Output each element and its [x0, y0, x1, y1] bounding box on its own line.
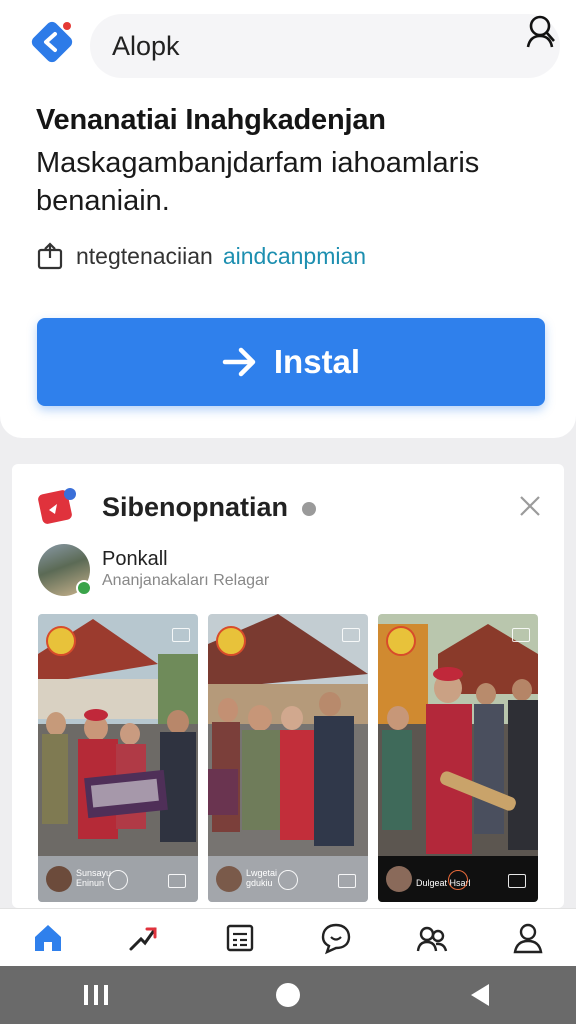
play-icon[interactable]: [108, 870, 128, 890]
home-icon: [35, 924, 61, 951]
install-label: Instal: [273, 343, 361, 380]
nav-trending[interactable]: [116, 913, 172, 963]
meta-link[interactable]: aindcanpmian: [223, 243, 366, 270]
verified-icon: [302, 502, 316, 516]
listing-headline: Venanatiai Inahgkadenjan: [36, 104, 386, 136]
system-navigation-bar: [0, 966, 576, 1024]
camera-icon: [512, 628, 530, 642]
poster-subtitle: Ananjanakaları Relagar: [102, 572, 270, 589]
app-logo-icon[interactable]: [30, 20, 74, 64]
meta-text: ntegtenaciian: [76, 242, 213, 269]
channel-badge-icon: [386, 626, 416, 656]
thumb-avatar: [46, 866, 72, 892]
play-icon[interactable]: [448, 870, 468, 890]
nav-community[interactable]: [404, 913, 460, 963]
captions-icon[interactable]: [168, 874, 186, 888]
bottom-navigation: [0, 908, 576, 966]
thumb-avatar: [386, 866, 412, 892]
nav-profile[interactable]: [500, 913, 556, 963]
trending-icon: [129, 927, 157, 950]
camera-icon: [172, 628, 190, 642]
video-thumbnail[interactable]: Dulgeat Hsarl: [378, 614, 538, 902]
thumbnail-bar: Lwgetai gdukiu: [208, 856, 368, 902]
nav-chat[interactable]: [308, 913, 364, 963]
recent-apps-icon: [84, 985, 108, 1005]
list-icon: [226, 924, 254, 951]
install-button[interactable]: Instal: [37, 318, 545, 406]
close-icon[interactable]: [518, 494, 542, 518]
thumb-avatar: [216, 866, 242, 892]
camera-icon: [342, 628, 360, 642]
online-badge: [76, 580, 92, 596]
poster-name[interactable]: Ponkall: [102, 548, 168, 571]
channel-logo-icon[interactable]: [36, 486, 80, 526]
thumbnail-bar: Sunsayu Eninun: [38, 856, 198, 902]
nav-home[interactable]: [20, 913, 76, 963]
recent-apps-button[interactable]: [66, 973, 126, 1017]
community-icon: [416, 926, 448, 951]
captions-icon[interactable]: [508, 874, 526, 888]
search-text: Alopk: [112, 31, 180, 61]
search-bar[interactable]: Alopk: [90, 14, 560, 78]
back-icon: [471, 984, 489, 1006]
home-button[interactable]: [258, 973, 318, 1017]
app-detail-card: Alopk Venanatiai Inahgkadenjan Maskagamb…: [0, 0, 576, 438]
listing-description: Maskagambanjdarfam iahoamlaris benaniain…: [36, 147, 480, 217]
profile-icon[interactable]: [526, 14, 558, 48]
back-button[interactable]: [450, 973, 510, 1017]
thumbnail-bar: Dulgeat Hsarl: [378, 856, 538, 902]
meta-row: ntegtenaciian aindcanpmian: [36, 240, 366, 272]
home-circle-icon: [276, 983, 300, 1007]
captions-icon[interactable]: [338, 874, 356, 888]
share-icon[interactable]: [36, 242, 64, 270]
channel-title: Sibenopnatian: [102, 492, 289, 522]
nav-list[interactable]: [212, 913, 268, 963]
profile-icon: [513, 923, 543, 953]
chat-icon: [321, 923, 351, 954]
arrow-right-icon: [222, 347, 256, 377]
play-icon[interactable]: [278, 870, 298, 890]
video-thumbnail[interactable]: Lwgetai gdukiu: [208, 614, 368, 902]
channel-badge-icon: [216, 626, 246, 656]
post-card: Sibenopnatian Ponkall Ananjanakaları Rel…: [12, 464, 564, 908]
channel-badge-icon: [46, 626, 76, 656]
video-thumbnail[interactable]: Sunsayu Eninun: [38, 614, 198, 902]
